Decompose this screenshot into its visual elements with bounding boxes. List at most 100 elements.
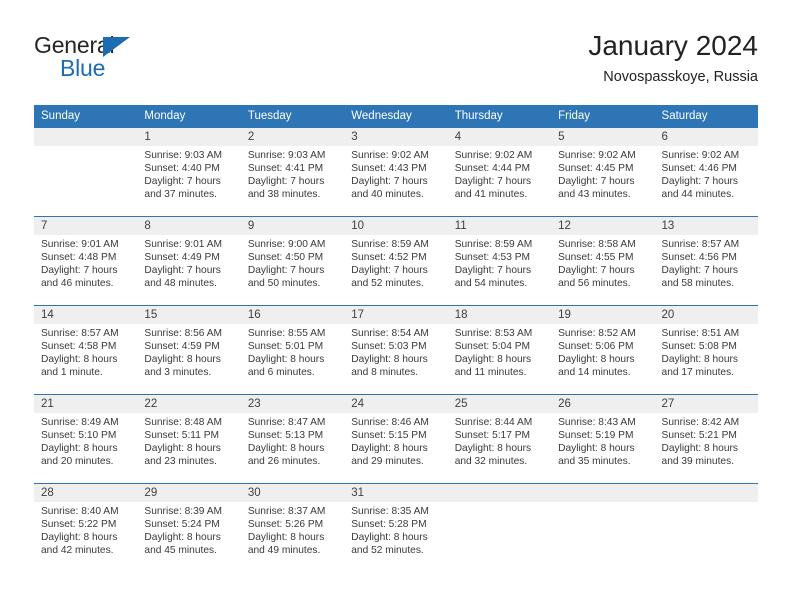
day-cell[interactable]: 12 Sunrise: 8:58 AM Sunset: 4:55 PM Dayligh… bbox=[551, 216, 655, 305]
day-cell[interactable]: 25 Sunrise: 8:44 AM Sunset: 5:17 PM Dayligh… bbox=[447, 394, 552, 483]
sunrise-text: Sunrise: 8:51 AM bbox=[661, 328, 740, 339]
day-details: Sunrise: 9:03 AM Sunset: 4:40 PM Daylight:… bbox=[137, 146, 240, 202]
day-number: 5 bbox=[551, 128, 655, 146]
daylight-text: Daylight: 8 hours and 14 minutes. bbox=[558, 353, 635, 378]
day-cell[interactable]: 28 Sunrise: 8:40 AM Sunset: 5:22 PM Dayligh… bbox=[34, 483, 138, 572]
day-cell-empty bbox=[551, 483, 655, 572]
day-cell[interactable]: 30 Sunrise: 8:37 AM Sunset: 5:26 PM Dayligh… bbox=[240, 483, 345, 572]
sunrise-text: Sunrise: 9:03 AM bbox=[247, 150, 326, 161]
day-details: Sunrise: 8:59 AM Sunset: 4:53 PM Daylight:… bbox=[448, 235, 551, 291]
day-number: 25 bbox=[447, 395, 552, 413]
sunrise-text: Sunrise: 9:02 AM bbox=[454, 150, 533, 161]
daylight-text: Daylight: 8 hours and 42 minutes. bbox=[41, 531, 118, 556]
day-number: 2 bbox=[240, 128, 345, 146]
daylight-text: Daylight: 7 hours and 48 minutes. bbox=[144, 264, 221, 289]
day-cell[interactable]: 7 Sunrise: 9:01 AM Sunset: 4:48 PM Daylight… bbox=[34, 216, 138, 305]
daylight-text: Daylight: 7 hours and 50 minutes. bbox=[247, 264, 325, 289]
day-number: 12 bbox=[551, 217, 655, 235]
daylight-text: Daylight: 8 hours and 20 minutes. bbox=[41, 442, 118, 467]
day-number: 9 bbox=[240, 217, 345, 235]
daylight-text: Daylight: 8 hours and 29 minutes. bbox=[351, 442, 428, 467]
calendar-cell: 5 Sunrise: 9:02 AM Sunset: 4:45 PM Daylight… bbox=[551, 127, 655, 216]
day-cell[interactable]: 21 Sunrise: 8:49 AM Sunset: 5:10 PM Dayligh… bbox=[34, 394, 138, 483]
day-cell-empty bbox=[447, 483, 552, 572]
day-cell[interactable]: 16 Sunrise: 8:55 AM Sunset: 5:01 PM Dayligh… bbox=[240, 305, 345, 394]
sunrise-text: Sunrise: 9:00 AM bbox=[247, 239, 326, 250]
day-cell-empty bbox=[34, 127, 138, 216]
day-details: Sunrise: 9:03 AM Sunset: 4:41 PM Daylight:… bbox=[241, 146, 344, 202]
daylight-text: Daylight: 7 hours and 46 minutes. bbox=[41, 264, 118, 289]
sunrise-text: Sunrise: 8:42 AM bbox=[661, 417, 740, 428]
day-cell[interactable]: 27 Sunrise: 8:42 AM Sunset: 5:21 PM Dayligh… bbox=[654, 394, 758, 483]
day-cell[interactable]: 23 Sunrise: 8:47 AM Sunset: 5:13 PM Dayligh… bbox=[240, 394, 345, 483]
day-details: Sunrise: 8:56 AM Sunset: 4:59 PM Daylight:… bbox=[137, 324, 240, 380]
sunrise-text: Sunrise: 8:59 AM bbox=[454, 239, 533, 250]
day-cell[interactable]: 24 Sunrise: 8:46 AM Sunset: 5:15 PM Dayligh… bbox=[344, 394, 448, 483]
day-number: 13 bbox=[654, 217, 758, 235]
day-cell[interactable]: 3 Sunrise: 9:02 AM Sunset: 4:43 PM Daylight… bbox=[344, 127, 448, 216]
sunset-text: Sunset: 4:48 PM bbox=[41, 251, 117, 263]
sunrise-text: Sunrise: 8:47 AM bbox=[247, 417, 326, 428]
sunset-text: Sunset: 5:10 PM bbox=[41, 429, 117, 441]
calendar-week-row: 7 Sunrise: 9:01 AM Sunset: 4:48 PM Daylight… bbox=[34, 216, 758, 305]
weekday-header-friday: Friday bbox=[551, 105, 655, 127]
day-cell[interactable]: 15 Sunrise: 8:56 AM Sunset: 4:59 PM Dayligh… bbox=[137, 305, 241, 394]
day-number: 7 bbox=[34, 217, 138, 235]
calendar-week-row: 21 Sunrise: 8:49 AM Sunset: 5:10 PM Dayligh… bbox=[34, 394, 758, 483]
day-details: Sunrise: 8:43 AM Sunset: 5:19 PM Daylight:… bbox=[551, 413, 654, 469]
calendar-cell bbox=[654, 483, 758, 572]
day-number: 20 bbox=[654, 306, 758, 324]
day-cell[interactable]: 1 Sunrise: 9:03 AM Sunset: 4:40 PM Daylight… bbox=[137, 127, 241, 216]
day-number: 10 bbox=[344, 217, 448, 235]
sunrise-text: Sunrise: 8:46 AM bbox=[351, 417, 429, 428]
calendar-cell: 10 Sunrise: 8:59 AM Sunset: 4:52 PM Dayligh… bbox=[344, 216, 448, 305]
day-cell[interactable]: 17 Sunrise: 8:54 AM Sunset: 5:03 PM Dayligh… bbox=[344, 305, 448, 394]
calendar-cell: 8 Sunrise: 9:01 AM Sunset: 4:49 PM Daylight… bbox=[137, 216, 241, 305]
calendar-cell: 15 Sunrise: 8:56 AM Sunset: 4:59 PM Dayligh… bbox=[137, 305, 241, 394]
calendar-cell: 6 Sunrise: 9:02 AM Sunset: 4:46 PM Daylight… bbox=[654, 127, 758, 216]
weekday-header-saturday: Saturday bbox=[654, 105, 758, 127]
day-cell[interactable]: 18 Sunrise: 8:53 AM Sunset: 5:04 PM Dayligh… bbox=[447, 305, 552, 394]
day-cell[interactable]: 13 Sunrise: 8:57 AM Sunset: 4:56 PM Dayligh… bbox=[654, 216, 758, 305]
day-number bbox=[551, 484, 655, 502]
day-cell[interactable]: 26 Sunrise: 8:43 AM Sunset: 5:19 PM Dayligh… bbox=[551, 394, 655, 483]
day-details: Sunrise: 9:02 AM Sunset: 4:44 PM Daylight:… bbox=[448, 146, 551, 202]
calendar-body: 1 Sunrise: 9:03 AM Sunset: 4:40 PM Daylight… bbox=[34, 127, 758, 572]
daylight-text: Daylight: 8 hours and 1 minute. bbox=[41, 353, 118, 378]
sunrise-text: Sunrise: 8:48 AM bbox=[144, 417, 223, 428]
day-cell[interactable]: 9 Sunrise: 9:00 AM Sunset: 4:50 PM Daylight… bbox=[240, 216, 345, 305]
calendar-cell: 24 Sunrise: 8:46 AM Sunset: 5:15 PM Dayligh… bbox=[344, 394, 448, 483]
day-cell[interactable]: 14 Sunrise: 8:57 AM Sunset: 4:58 PM Dayligh… bbox=[34, 305, 138, 394]
day-cell[interactable]: 29 Sunrise: 8:39 AM Sunset: 5:24 PM Dayligh… bbox=[137, 483, 241, 572]
calendar-cell bbox=[447, 483, 552, 572]
day-number: 11 bbox=[447, 217, 552, 235]
calendar-cell: 23 Sunrise: 8:47 AM Sunset: 5:13 PM Dayligh… bbox=[240, 394, 345, 483]
day-cell[interactable]: 2 Sunrise: 9:03 AM Sunset: 4:41 PM Daylight… bbox=[240, 127, 345, 216]
day-number: 26 bbox=[551, 395, 655, 413]
sunrise-text: Sunrise: 8:59 AM bbox=[351, 239, 429, 250]
day-cell[interactable]: 20 Sunrise: 8:51 AM Sunset: 5:08 PM Dayligh… bbox=[654, 305, 758, 394]
day-number: 19 bbox=[551, 306, 655, 324]
day-number: 21 bbox=[34, 395, 138, 413]
day-cell[interactable]: 6 Sunrise: 9:02 AM Sunset: 4:46 PM Daylight… bbox=[654, 127, 758, 216]
day-cell[interactable]: 4 Sunrise: 9:02 AM Sunset: 4:44 PM Daylight… bbox=[447, 127, 552, 216]
day-cell[interactable]: 11 Sunrise: 8:59 AM Sunset: 4:53 PM Dayligh… bbox=[447, 216, 552, 305]
day-cell[interactable]: 22 Sunrise: 8:48 AM Sunset: 5:11 PM Dayligh… bbox=[137, 394, 241, 483]
day-details: Sunrise: 8:55 AM Sunset: 5:01 PM Daylight:… bbox=[241, 324, 344, 380]
day-cell[interactable]: 5 Sunrise: 9:02 AM Sunset: 4:45 PM Daylight… bbox=[551, 127, 655, 216]
daylight-text: Daylight: 8 hours and 6 minutes. bbox=[247, 353, 325, 378]
day-cell[interactable]: 19 Sunrise: 8:52 AM Sunset: 5:06 PM Dayligh… bbox=[551, 305, 655, 394]
day-cell[interactable]: 8 Sunrise: 9:01 AM Sunset: 4:49 PM Daylight… bbox=[137, 216, 241, 305]
sunset-text: Sunset: 5:17 PM bbox=[454, 429, 531, 441]
day-number: 24 bbox=[344, 395, 448, 413]
daylight-text: Daylight: 8 hours and 52 minutes. bbox=[351, 531, 428, 556]
daylight-text: Daylight: 7 hours and 44 minutes. bbox=[661, 175, 738, 200]
day-cell[interactable]: 31 Sunrise: 8:35 AM Sunset: 5:28 PM Dayligh… bbox=[344, 483, 448, 572]
sunrise-text: Sunrise: 8:58 AM bbox=[558, 239, 636, 250]
day-cell[interactable]: 10 Sunrise: 8:59 AM Sunset: 4:52 PM Dayligh… bbox=[344, 216, 448, 305]
calendar-cell: 13 Sunrise: 8:57 AM Sunset: 4:56 PM Dayligh… bbox=[654, 216, 758, 305]
day-number: 14 bbox=[34, 306, 138, 324]
day-details: Sunrise: 8:52 AM Sunset: 5:06 PM Daylight:… bbox=[551, 324, 654, 380]
sunset-text: Sunset: 5:08 PM bbox=[661, 340, 737, 352]
day-details: Sunrise: 8:39 AM Sunset: 5:24 PM Daylight:… bbox=[137, 502, 240, 558]
